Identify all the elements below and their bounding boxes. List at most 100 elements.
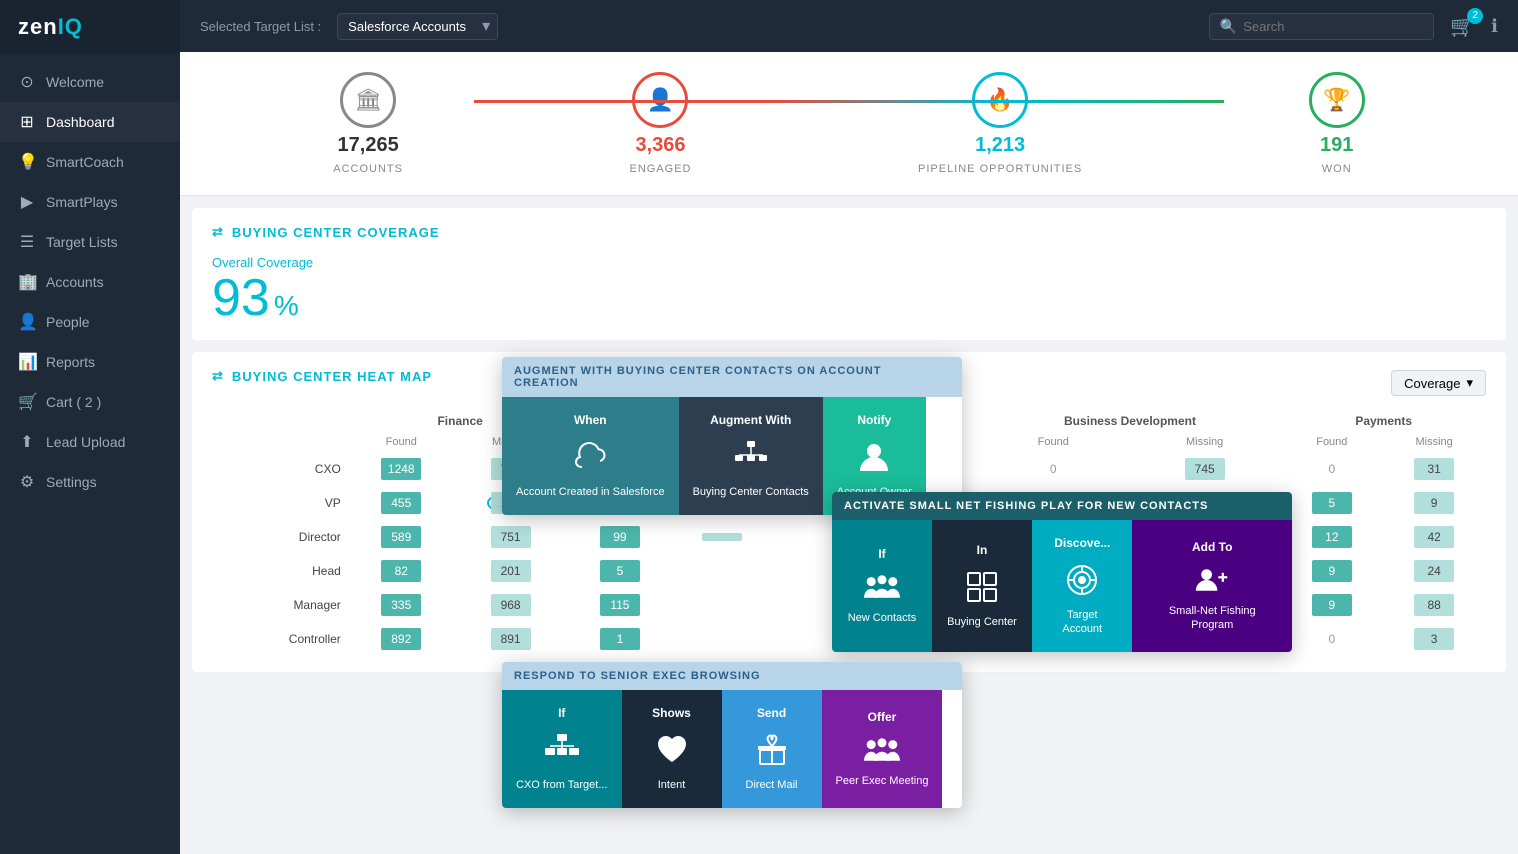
col-bd-found: Found bbox=[979, 432, 1128, 452]
popup-card-in[interactable]: In Buying Center bbox=[932, 520, 1032, 652]
popup-card-discover[interactable]: Discove... Target Account bbox=[1032, 520, 1132, 652]
sidebar-item-lead-upload[interactable]: ⬆ Lead Upload bbox=[0, 422, 180, 462]
overall-coverage-label: Overall Coverage bbox=[212, 255, 313, 270]
cell-vp-finance-found: 455 bbox=[351, 486, 452, 520]
sidebar-item-label: SmartPlays bbox=[46, 194, 118, 210]
if-sub: New Contacts bbox=[848, 611, 916, 625]
cell-cxo-pay-missing: 31 bbox=[1382, 452, 1486, 486]
coverage-dropdown-btn[interactable]: Coverage ▾ bbox=[1391, 370, 1486, 396]
sidebar-item-label: Settings bbox=[46, 474, 97, 490]
addto-sub: Small-Net Fishing Program bbox=[1146, 604, 1278, 633]
buying-center-title: ⇄ BUYING CENTER COVERAGE bbox=[212, 224, 1486, 240]
cell-vp-pay-missing: 9 bbox=[1382, 486, 1486, 520]
target-dropdown-wrap: Salesforce Accounts bbox=[337, 13, 498, 40]
col-bd: Business Development bbox=[979, 410, 1282, 432]
sidebar: zenIQ ⊙ Welcome ⊞ Dashboard 💡 SmartCoach… bbox=[0, 0, 180, 854]
popup-card-if-respond[interactable]: If CXO from Target... bbox=[502, 690, 622, 808]
won-label: WON bbox=[1322, 163, 1352, 175]
coverage-number: 93 bbox=[212, 272, 270, 324]
dashboard-icon: ⊞ bbox=[18, 112, 36, 132]
shows-sub: Intent bbox=[658, 778, 686, 792]
stats-timeline bbox=[474, 100, 1223, 103]
info-icon[interactable]: ℹ bbox=[1491, 16, 1498, 37]
people-add-icon bbox=[1194, 566, 1230, 594]
stat-won: 🏆 191 WON bbox=[1309, 72, 1365, 175]
cell-mgr-pay-missing: 88 bbox=[1382, 588, 1486, 622]
sidebar-item-label: Accounts bbox=[46, 274, 104, 290]
row-label-manager: Manager bbox=[212, 588, 351, 622]
popup-card-when[interactable]: When Account Created in Salesforce bbox=[502, 397, 679, 515]
cell-mgr-ga-found: 115 bbox=[569, 588, 670, 622]
augment-sub: Buying Center Contacts bbox=[693, 485, 809, 499]
smartcoach-icon: 💡 bbox=[18, 152, 36, 172]
sidebar-item-smartcoach[interactable]: 💡 SmartCoach bbox=[0, 142, 180, 182]
discover-sub: Target Account bbox=[1046, 608, 1118, 637]
row-label-controller: Controller bbox=[212, 622, 351, 656]
heart-icon bbox=[654, 732, 690, 768]
reports-icon: 📊 bbox=[18, 352, 36, 372]
target-list-label: Selected Target List : bbox=[200, 19, 321, 34]
engaged-number: 3,366 bbox=[635, 134, 685, 157]
sidebar-item-people[interactable]: 👤 People bbox=[0, 302, 180, 342]
sidebar-item-cart[interactable]: 🛒 Cart ( 2 ) bbox=[0, 382, 180, 422]
sidebar-item-reports[interactable]: 📊 Reports bbox=[0, 342, 180, 382]
grid-icon bbox=[964, 569, 1000, 605]
people-icon: 👤 bbox=[18, 312, 36, 332]
search-bar: 🔍 bbox=[1209, 13, 1434, 40]
popup-card-if-fishing[interactable]: If New Contacts bbox=[832, 520, 932, 652]
if-label: If bbox=[878, 547, 885, 563]
sidebar-item-dashboard[interactable]: ⊞ Dashboard bbox=[0, 102, 180, 142]
target-list-dropdown[interactable]: Salesforce Accounts bbox=[337, 13, 498, 40]
person-icon bbox=[856, 439, 892, 475]
popup-card-augment[interactable]: Augment With Buying Center Contacts bbox=[679, 397, 823, 515]
popup-card-shows[interactable]: Shows Intent bbox=[622, 690, 722, 808]
popup-respond: RESPOND TO SENIOR EXEC BROWSING If CXO f bbox=[502, 662, 962, 808]
cell-cxo-finance-found: 1248 bbox=[351, 452, 452, 486]
org-chart2-icon bbox=[544, 732, 580, 768]
sidebar-item-target-lists[interactable]: ☰ Target Lists bbox=[0, 222, 180, 262]
sidebar-item-welcome[interactable]: ⊙ Welcome bbox=[0, 62, 180, 102]
home-icon: ⊙ bbox=[18, 72, 36, 92]
cell-dir-ga-found: 99 bbox=[569, 520, 670, 554]
content-area: 🏛 17,265 ACCOUNTS 👤 3,366 ENGAGED 🔥 1,21… bbox=[180, 52, 1518, 854]
cell-head-pay-found: 9 bbox=[1281, 554, 1382, 588]
search-input[interactable] bbox=[1243, 19, 1423, 34]
cell-dir-pay-found: 12 bbox=[1281, 520, 1382, 554]
cart-icon: 🛒 bbox=[18, 392, 36, 412]
offer-sub: Peer Exec Meeting bbox=[836, 774, 929, 788]
send-label: Send bbox=[757, 706, 786, 722]
cell-ctrl-pay-missing: 3 bbox=[1382, 622, 1486, 656]
respond-if-sub: CXO from Target... bbox=[516, 778, 608, 792]
cell-cxo-pay-found: 0 bbox=[1281, 452, 1382, 486]
pipeline-label: PIPELINE OPPORTUNITIES bbox=[918, 163, 1082, 175]
cell-vp-pay-found: 5 bbox=[1281, 486, 1382, 520]
cell-head-pay-missing: 24 bbox=[1382, 554, 1486, 588]
org-chart-icon bbox=[733, 439, 769, 475]
stats-bar: 🏛 17,265 ACCOUNTS 👤 3,366 ENGAGED 🔥 1,21… bbox=[180, 52, 1518, 196]
row-label-vp: VP bbox=[212, 486, 351, 520]
cart-badge: 2 bbox=[1467, 8, 1483, 24]
sidebar-item-settings[interactable]: ⚙ Settings bbox=[0, 462, 180, 502]
won-number: 191 bbox=[1320, 134, 1353, 157]
popup-card-addto[interactable]: Add To Small-Net Fishing Program bbox=[1132, 520, 1292, 652]
upload-icon: ⬆ bbox=[18, 432, 36, 452]
when-sub: Account Created in Salesforce bbox=[516, 485, 665, 499]
sidebar-item-accounts[interactable]: 🏢 Accounts bbox=[0, 262, 180, 302]
sidebar-item-label: People bbox=[46, 314, 90, 330]
popup-card-send[interactable]: Send Direct Mail bbox=[722, 690, 822, 808]
row-label-head: Head bbox=[212, 554, 351, 588]
accounts-icon: 🏢 bbox=[18, 272, 36, 292]
notify-label: Notify bbox=[857, 413, 891, 429]
cart-button[interactable]: 🛒 2 bbox=[1450, 14, 1475, 39]
popup-respond-cards: If CXO from Target... Shows bbox=[502, 690, 962, 808]
sidebar-item-label: Dashboard bbox=[46, 114, 115, 130]
sidebar-item-smartplays[interactable]: ▶ SmartPlays bbox=[0, 182, 180, 222]
cell-mgr-finance-missing: 968 bbox=[452, 588, 570, 622]
sidebar-item-label: Reports bbox=[46, 354, 95, 370]
popup-card-offer[interactable]: Offer Peer Exec Meeting bbox=[822, 690, 943, 808]
heatmap-icon: ⇄ bbox=[212, 368, 224, 384]
chevron-down-icon: ▾ bbox=[1466, 375, 1473, 391]
cell-ctrl-ga-found: 1 bbox=[569, 622, 670, 656]
coverage-btn-label: Coverage bbox=[1404, 376, 1460, 391]
sidebar-item-label: Cart ( 2 ) bbox=[46, 394, 101, 410]
